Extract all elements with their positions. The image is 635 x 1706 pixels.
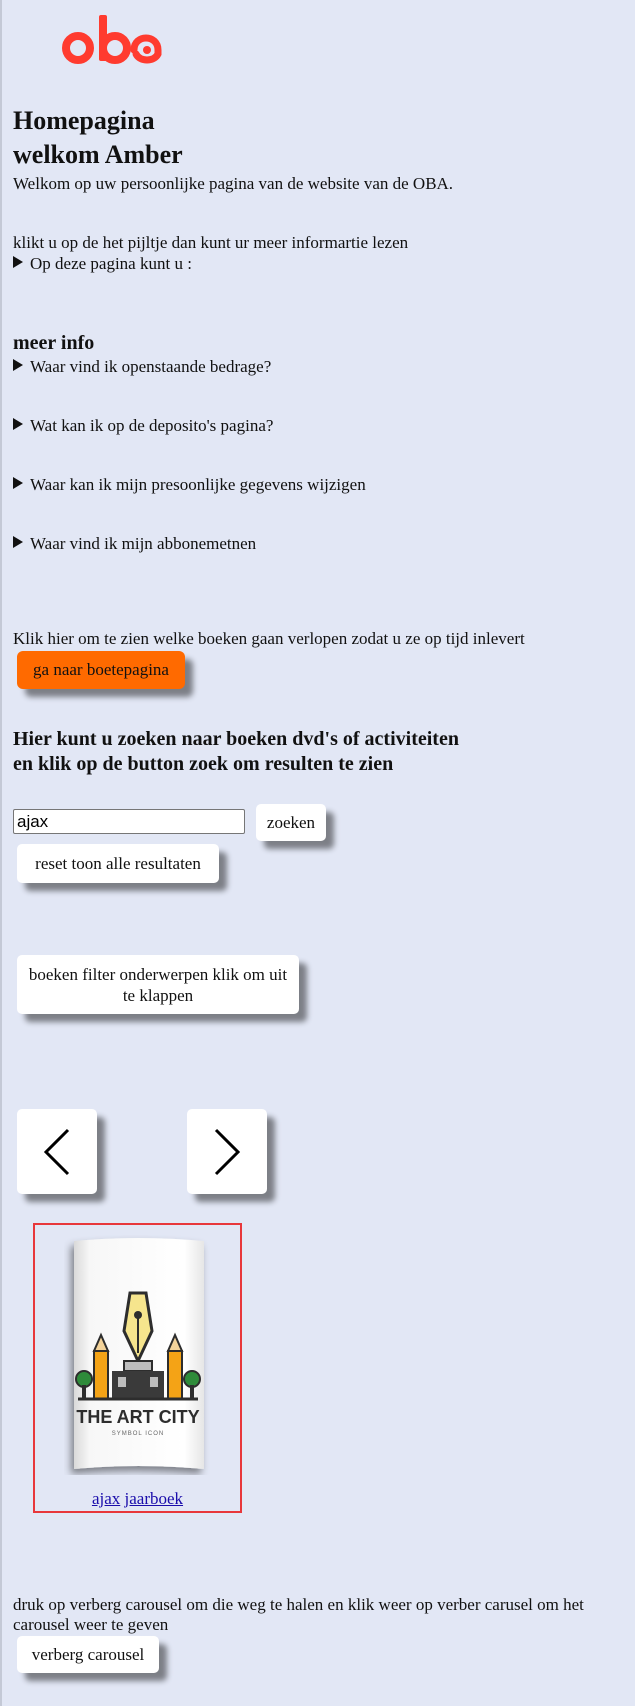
faq-item[interactable]: Waar kan ik mijn presoonlijke gegevens w… bbox=[13, 474, 366, 495]
summary-label: Op deze pagina kunt u : bbox=[30, 254, 192, 273]
faq-item-label: Waar kan ik mijn presoonlijke gegevens w… bbox=[30, 475, 366, 494]
info-instruction: klikt u op de het pijltje dan kunt ur me… bbox=[13, 233, 409, 252]
carousel-prev-button[interactable] bbox=[17, 1109, 97, 1194]
oba-logo-mark bbox=[62, 15, 162, 64]
search-button[interactable]: zoeken bbox=[256, 804, 326, 841]
book-title-link: ajax jaarboek bbox=[35, 1489, 240, 1509]
search-heading: Hier kunt u zoeken naar boeken dvd's of … bbox=[13, 728, 459, 775]
cover-title: THE ART CITY bbox=[76, 1407, 199, 1427]
fines-text: Klik hier om te zien welke boeken gaan v… bbox=[13, 629, 525, 648]
search-input[interactable] bbox=[13, 809, 245, 834]
page-left-edge bbox=[0, 0, 2, 1706]
intro-text: Welkom op uw persoonlijke pagina van de … bbox=[13, 174, 454, 193]
oba-logo[interactable] bbox=[62, 12, 166, 68]
carousel-hint-line2: carousel weer te geven bbox=[13, 1615, 169, 1634]
faq-item-label: Waar vind ik openstaande bedrage? bbox=[30, 357, 272, 376]
reset-results-button[interactable]: reset toon alle resultaten bbox=[17, 844, 219, 883]
hide-carousel-button[interactable]: verberg carousel bbox=[17, 1636, 159, 1673]
disclosure-triangle-icon bbox=[13, 536, 23, 548]
page-title: Homepagina bbox=[13, 106, 155, 135]
disclosure-triangle-icon bbox=[13, 256, 23, 268]
book-cover-image[interactable]: THE ART CITY SYMBOL ICON bbox=[64, 1235, 212, 1475]
disclosure-triangle-icon bbox=[13, 359, 23, 371]
filter-subjects-button[interactable]: boeken filter onderwerpen klik om uit te… bbox=[17, 955, 299, 1014]
go-to-fines-button[interactable]: ga naar boetepagina bbox=[17, 651, 185, 689]
cover-subtitle: SYMBOL ICON bbox=[112, 1431, 164, 1437]
faq-item-label: Wat kan ik op de deposito's pagina? bbox=[30, 416, 274, 435]
disclosure-triangle-icon bbox=[13, 477, 23, 489]
book-link-word[interactable]: ajax bbox=[92, 1489, 120, 1508]
faq-item[interactable]: Waar vind ik openstaande bedrage? bbox=[13, 356, 271, 377]
welcome-heading: welkom Amber bbox=[13, 140, 183, 169]
faq-item[interactable]: Waar vind ik mijn abbonemetnen bbox=[13, 533, 256, 554]
chevron-right-icon bbox=[214, 1128, 241, 1175]
book-card: THE ART CITY SYMBOL ICON ajax jaarboek bbox=[33, 1223, 242, 1513]
faq-heading: meer info bbox=[13, 332, 95, 354]
carousel-next-button[interactable] bbox=[187, 1109, 267, 1194]
chevron-left-icon bbox=[43, 1128, 70, 1175]
details-summary-page-info[interactable]: Op deze pagina kunt u : bbox=[13, 253, 192, 274]
book-link-word[interactable]: jaarboek bbox=[125, 1489, 184, 1508]
faq-item-label: Waar vind ik mijn abbonemetnen bbox=[30, 534, 257, 553]
carousel-hint-line1: druk op verberg carousel om die weg te h… bbox=[13, 1595, 584, 1614]
faq-item[interactable]: Wat kan ik op de deposito's pagina? bbox=[13, 415, 273, 436]
disclosure-triangle-icon bbox=[13, 418, 23, 430]
